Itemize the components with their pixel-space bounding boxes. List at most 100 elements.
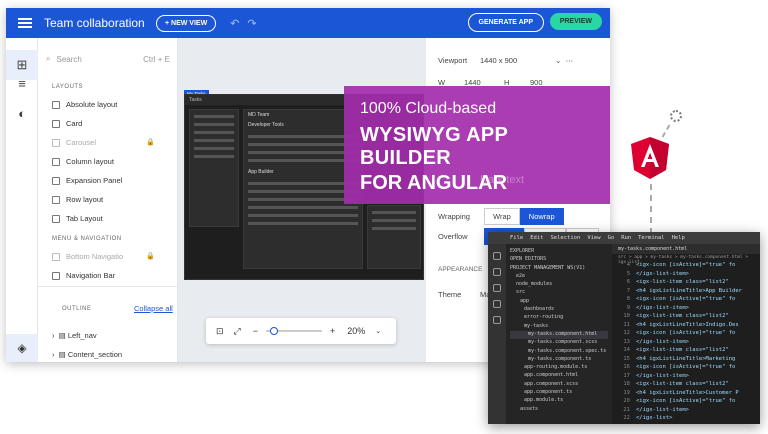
code-line[interactable]: 10 <igx-list-item class="list2" [612, 313, 760, 322]
layout-expansion-panel[interactable]: Expansion Panel [52, 176, 122, 185]
menu-view[interactable]: View [587, 235, 600, 241]
menu-help[interactable]: Help [672, 235, 685, 241]
preview-button[interactable]: PREVIEW [549, 13, 602, 30]
layout-card[interactable]: Card [52, 119, 82, 128]
code-line[interactable]: 22 </igx-list> [612, 415, 760, 424]
fullscreen-icon[interactable]: ⤢ [234, 326, 241, 337]
chevron-down-icon[interactable]: ⌄ [375, 327, 381, 335]
fit-icon[interactable]: ⊡ [216, 326, 224, 337]
generate-app-button[interactable]: GENERATE APP [467, 13, 544, 32]
file-item[interactable]: app.component.scss [510, 381, 608, 389]
code-line[interactable]: 20 <igx-icon [isActive]="true" fo [612, 398, 760, 407]
file-item[interactable]: assets [510, 406, 608, 414]
nav-navigation-bar[interactable]: Navigation Bar [52, 271, 115, 280]
file-item[interactable]: e2e [510, 273, 608, 281]
layout-tab[interactable]: Tab Layout [52, 214, 103, 223]
file-item[interactable]: src [510, 289, 608, 297]
components-icon[interactable]: ⊞ [6, 50, 38, 80]
code-line[interactable]: 16 <igx-icon [isActive]="true" fo [612, 364, 760, 373]
editor-tab[interactable]: my-tasks.component.html [612, 244, 760, 254]
code-line[interactable]: 8 <igx-icon [isActive]="true" fo [612, 296, 760, 305]
code-line[interactable]: 7 <h4 igxListLineTitle>App Builder [612, 288, 760, 297]
open-editors[interactable]: OPEN EDITORS [510, 256, 608, 264]
code-line[interactable]: 13 </igx-list-item> [612, 339, 760, 348]
theme-row[interactable]: Theme Ma [438, 290, 490, 299]
file-item[interactable]: app.component.ts [510, 389, 608, 397]
tree-item-content-section[interactable]: › ▤ Content_section [52, 350, 122, 359]
file-item[interactable]: node_modules [510, 281, 608, 289]
search-shortcut: Ctrl + E [143, 54, 170, 64]
debug-icon[interactable] [493, 300, 501, 308]
extensions-icon[interactable] [493, 316, 501, 324]
line-text: <igx-icon [isActive]="true" fo [636, 398, 736, 404]
layout-carousel[interactable]: Carousel [52, 138, 96, 147]
file-item[interactable]: my-tasks [510, 323, 608, 331]
undo-redo-icons[interactable]: ↶↷ [230, 17, 264, 30]
menu-file[interactable]: File [510, 235, 523, 241]
angular-logo-icon [631, 137, 669, 179]
zoom-in-icon[interactable]: + [330, 326, 335, 336]
theme-icon[interactable]: ◐ [6, 98, 38, 128]
nowrap-option[interactable]: Nowrap [519, 208, 564, 225]
line-text: </igx-list-item> [636, 406, 689, 413]
line-number: 20 [623, 398, 630, 404]
file-item[interactable]: error-routing [510, 314, 608, 322]
code-line[interactable]: 9 </igx-list-item> [612, 305, 760, 314]
file-item[interactable]: app-routing.module.ts [510, 364, 608, 372]
loading-spinner-icon [670, 110, 682, 122]
layers-icon[interactable]: ◈ [6, 334, 38, 362]
menu-selection[interactable]: Selection [551, 235, 581, 241]
menu-terminal[interactable]: Terminal [638, 235, 665, 241]
nav-bottom-navigation[interactable]: Bottom Navigatio [52, 252, 123, 261]
layout-column[interactable]: Column layout [52, 157, 114, 166]
code-line[interactable]: 5 </igx-list-item> [612, 271, 760, 280]
line-text: </igx-list> [636, 415, 673, 421]
file-item[interactable]: my-tasks.component.ts [510, 356, 608, 364]
file-item[interactable]: dashboards [510, 306, 608, 314]
line-number: 21 [623, 406, 630, 413]
file-item[interactable]: my-tasks.component.html [510, 330, 608, 340]
project-root[interactable]: PROJECT MANAGEMENT WS(V1) [510, 265, 608, 273]
code-editor[interactable]: my-tasks.component.html src > app > my-t… [612, 244, 760, 424]
collapse-all-link[interactable]: Collapse all [134, 304, 173, 313]
menu-go[interactable]: Go [608, 235, 615, 241]
code-line[interactable]: 12 <igx-icon [isActive]="true" fo [612, 330, 760, 339]
viewport-row[interactable]: Viewport 1440 x 900 ⌄ ⋯ [438, 56, 573, 65]
layout-row[interactable]: Row layout [52, 195, 103, 204]
code-line[interactable]: 21 </igx-list-item> [612, 407, 760, 416]
layouts-header: LAYOUTS [52, 84, 84, 90]
code-line[interactable]: 11 <h4 igxListLineTitle>Indigo.Des [612, 322, 760, 331]
code-line[interactable]: 23 <button igxButton="flat" [disabled] [612, 424, 760, 425]
file-item[interactable]: my-tasks.component.scss [510, 339, 608, 347]
zoom-level[interactable]: 20% [347, 326, 365, 336]
file-item[interactable]: my-tasks.component.spec.ts [510, 348, 608, 356]
left-rail: ⊞ ▭ ≡ ◐ ◈ [6, 38, 38, 362]
file-item[interactable]: app.module.ts [510, 397, 608, 405]
code-line[interactable]: 19 <h4 igxListLineTitle>Customer P [612, 390, 760, 399]
tree-item-left-nav[interactable]: › ▤ Left_nav [52, 331, 97, 340]
file-item[interactable]: app [510, 298, 608, 306]
lock-icon: 🔒 [146, 253, 155, 260]
code-line[interactable]: 15 <h4 igxListLineTitle>Marketing [612, 356, 760, 365]
code-line[interactable]: 17 </igx-list-item> [612, 373, 760, 382]
code-line[interactable]: 18 <igx-list-item class="list2" [612, 381, 760, 390]
zoom-out-icon[interactable]: − [253, 326, 258, 336]
menu-run[interactable]: Run [621, 235, 631, 241]
menu-edit[interactable]: Edit [530, 235, 543, 241]
zoom-slider[interactable] [266, 327, 323, 335]
nav-header: MENU & NAVIGATION [52, 236, 122, 242]
hamburger-menu-icon[interactable] [18, 18, 32, 28]
search-icon[interactable] [493, 268, 501, 276]
layout-absolute[interactable]: Absolute layout [52, 100, 117, 109]
files-icon[interactable] [493, 252, 501, 260]
source-control-icon[interactable] [493, 284, 501, 292]
new-view-button[interactable]: + NEW VIEW [156, 14, 217, 32]
file-item[interactable]: app.component.html [510, 372, 608, 380]
search-input[interactable]: ⌕ Search Ctrl + E [46, 50, 170, 68]
code-line[interactable]: 6 <igx-list-item class="list2" [612, 279, 760, 288]
code-line[interactable]: 14 <igx-list-item class="list2" [612, 347, 760, 356]
line-text: <igx-list-item class="list2" [636, 347, 729, 353]
dark-text-option: Dark text [480, 174, 525, 186]
wrap-option[interactable]: Wrap [484, 208, 520, 225]
line-text: <igx-list-item class="list2" [636, 381, 729, 387]
